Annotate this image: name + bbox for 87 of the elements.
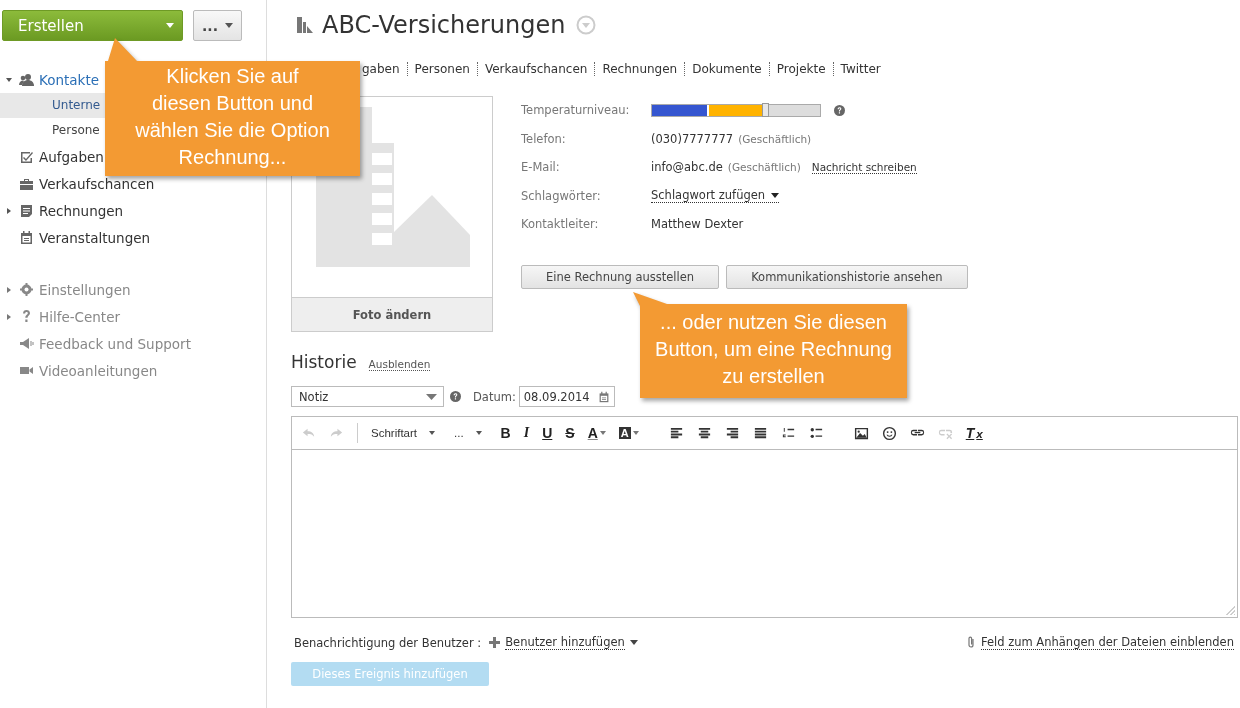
caret-icon: [599, 431, 606, 435]
alignleft-icon[interactable]: [668, 425, 684, 441]
paperclip-icon: [965, 636, 976, 649]
expand-arrow-icon[interactable]: [6, 313, 12, 320]
field-label: Kontaktleiter:: [521, 216, 600, 234]
caret-icon: [429, 431, 435, 435]
invoices-icon: [19, 203, 34, 218]
tab[interactable]: Projekte: [768, 62, 833, 76]
add-users-link[interactable]: Benutzer hinzufügen: [505, 635, 625, 650]
resize-grip-icon[interactable]: [1226, 606, 1235, 615]
toolbar-dropdown[interactable]: ...: [454, 427, 488, 439]
sidebar-item[interactable]: Hilfe-Center: [39, 308, 121, 325]
field-value: (030)7777777: [651, 131, 734, 146]
more-button[interactable]: ...: [193, 10, 242, 41]
help-icon[interactable]: [450, 391, 461, 402]
events-icon: [19, 230, 34, 245]
calendar-icon[interactable]: [597, 390, 610, 403]
callout-tooltip: ... oder nutzen Sie diesen Button, um eine Rechnung zu erstellen: [633, 292, 907, 398]
sidebar-subitem[interactable]: Unterne: [52, 98, 101, 112]
callout-tooltip: Klicken Sie auf diesen Button und wählen Sie die Option Rechnung...: [105, 38, 360, 176]
sidebar-item[interactable]: Veranstaltungen: [39, 229, 151, 246]
image-icon[interactable]: [853, 425, 869, 441]
expand-arrow-icon[interactable]: [6, 286, 12, 293]
tasks-icon: [19, 149, 34, 164]
value-note: (Geschäftlich): [738, 132, 812, 145]
field-label: Telefon:: [521, 130, 567, 148]
sidebar-item[interactable]: Einstellungen: [39, 281, 131, 298]
action-button[interactable]: Kommunikationshistorie ansehen: [726, 264, 968, 289]
justify-icon[interactable]: [752, 425, 768, 441]
sidebar-item[interactable]: Feedback und Support: [39, 335, 191, 352]
sidebar-item[interactable]: Verkaufschancen: [39, 175, 155, 192]
sidebar-subitem[interactable]: Persone: [52, 123, 100, 137]
smiley-icon[interactable]: [881, 425, 897, 441]
page-title: ABC-Versicherungen: [322, 11, 566, 39]
deals-icon: [19, 176, 34, 191]
plus-icon[interactable]: [489, 637, 501, 648]
sidebar-item[interactable]: Kontakte: [39, 71, 99, 88]
aligncenter-icon[interactable]: [696, 425, 712, 441]
caret-icon: [426, 393, 437, 400]
field-label: Schlagwörter:: [521, 187, 602, 205]
settings-icon: [19, 282, 34, 297]
field-label: E-Mail:: [521, 159, 561, 177]
underline-button[interactable]: U: [542, 425, 553, 441]
tab[interactable]: Rechnungen: [594, 62, 685, 76]
date-field[interactable]: 08.09.2014: [518, 386, 615, 407]
strike-button[interactable]: S: [565, 425, 575, 441]
contacts-icon: [19, 72, 34, 87]
toolbar-dropdown[interactable]: Schriftart: [371, 427, 441, 439]
change-photo-button[interactable]: Foto ändern: [292, 297, 492, 331]
action-button[interactable]: Eine Rechnung ausstellen: [521, 264, 720, 289]
sidebar-item[interactable]: Aufgaben: [39, 148, 104, 165]
tag-dropdown[interactable]: Schlagwort zufügen: [651, 188, 780, 204]
field-value: Matthew Dexter: [651, 217, 744, 232]
bullist-icon[interactable]: [808, 425, 824, 441]
field-value: info@abc.de: [651, 160, 723, 175]
field-label: Temperaturniveau:: [521, 102, 631, 120]
tab[interactable]: Verkaufschancen: [476, 62, 595, 76]
compose-message-link[interactable]: Nachricht schreiben: [811, 160, 917, 174]
caret-icon: [225, 23, 233, 28]
tab[interactable]: Twitter: [832, 62, 888, 76]
caret-icon: [771, 192, 780, 198]
date-label: Datum:: [473, 389, 516, 404]
alignright-icon[interactable]: [724, 425, 740, 441]
expand-arrow-icon[interactable]: [6, 207, 12, 214]
collapse-arrow-icon[interactable]: [6, 76, 12, 83]
text-color-button[interactable]: A: [587, 425, 606, 441]
type-select[interactable]: Notiz: [291, 386, 444, 407]
value-note: (Geschäftlich): [727, 161, 801, 174]
caret-icon: [475, 431, 482, 435]
tab[interactable]: gaben: [359, 62, 407, 76]
notify-label: Benachrichtigung der Benutzer :: [294, 635, 482, 650]
caret-icon: [166, 23, 174, 28]
bold-button[interactable]: B: [500, 425, 511, 441]
temperature-slider[interactable]: [651, 103, 821, 117]
italic-button[interactable]: I: [523, 425, 530, 441]
help-icon[interactable]: [834, 104, 845, 116]
tab[interactable]: Dokumente: [684, 62, 769, 76]
tab[interactable]: Personen: [406, 62, 477, 76]
caret-icon: [632, 431, 639, 435]
building-icon: [296, 16, 314, 34]
feedback-icon: [19, 336, 34, 351]
sidebar-item[interactable]: Rechnungen: [39, 202, 124, 219]
sidebar-item[interactable]: Videoanleitungen: [39, 362, 158, 379]
caret-icon[interactable]: [629, 640, 638, 645]
hide-link[interactable]: Ausblenden: [368, 358, 431, 371]
section-title: Historie: [291, 352, 357, 372]
attach-files-link[interactable]: Feld zum Anhängen der Dateien einblenden: [980, 635, 1234, 650]
